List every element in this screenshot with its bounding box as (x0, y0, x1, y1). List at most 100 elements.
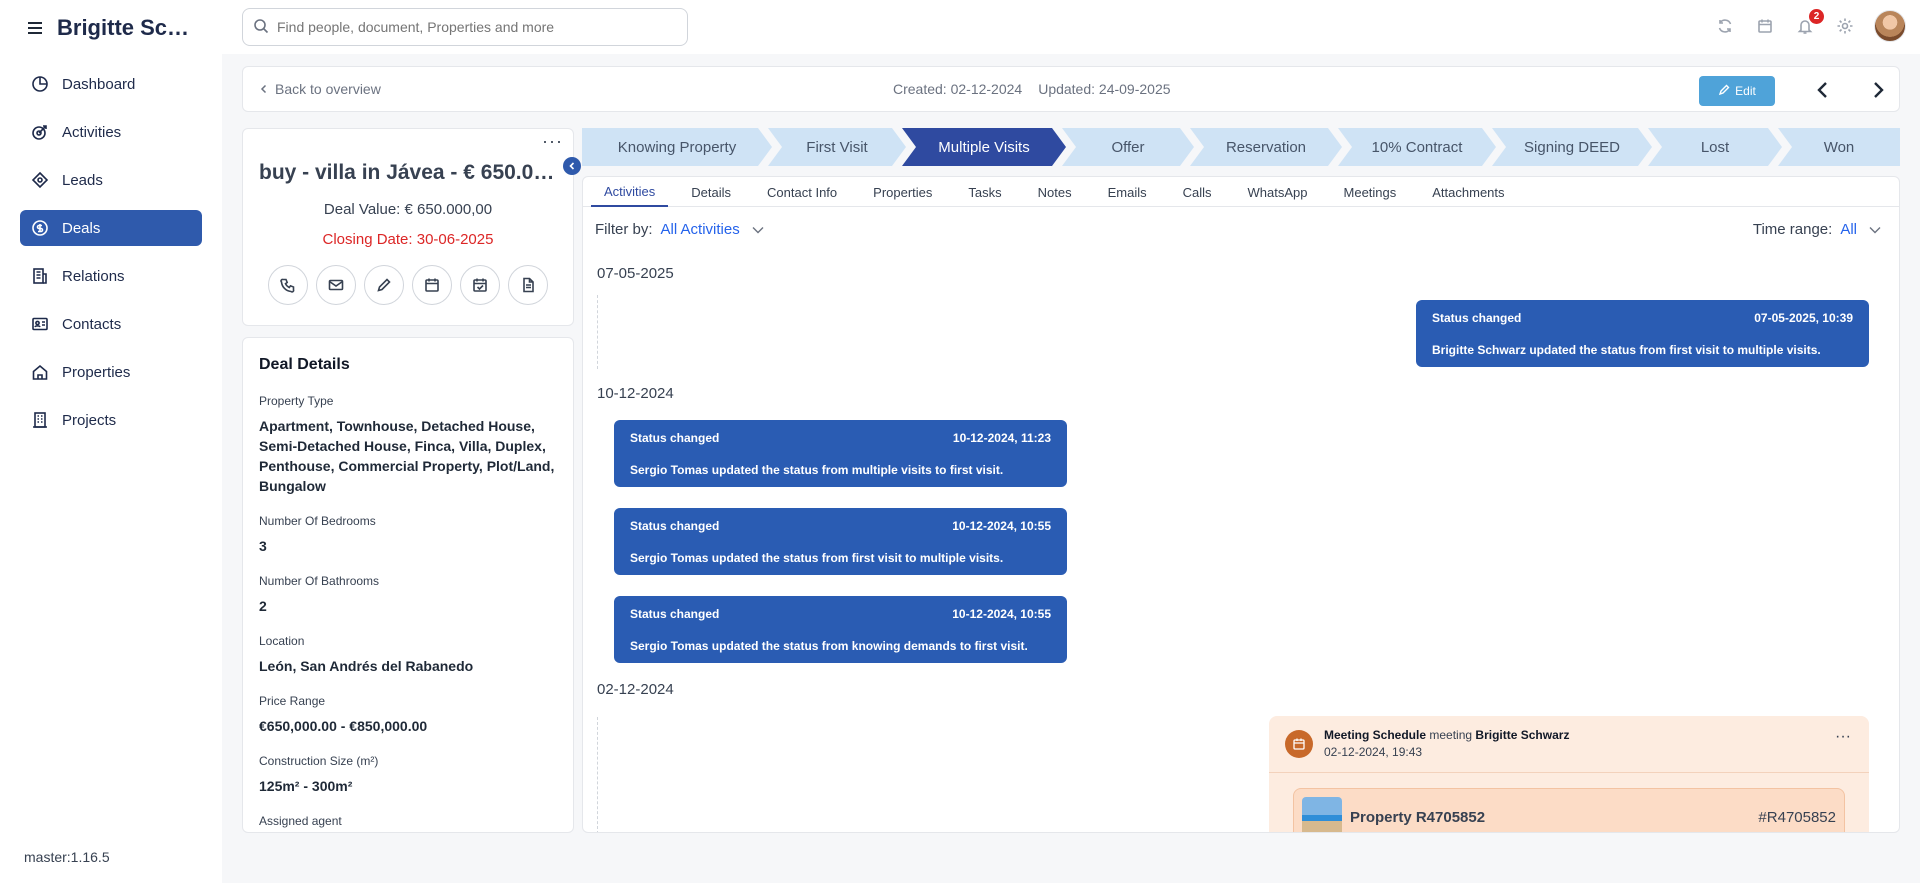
tab-attachments[interactable]: Attachments (1419, 177, 1517, 207)
sidebar-item-label: Projects (62, 411, 117, 429)
property-thumbnail (1302, 797, 1342, 832)
sidebar-header: Brigitte Schwarz (0, 0, 222, 56)
deal-details-heading: Deal Details (259, 356, 350, 373)
document-icon (523, 277, 534, 293)
search-input[interactable] (277, 19, 677, 35)
activity-item[interactable]: Status changed 07-05-2025, 10:39 Brigitte… (1416, 300, 1869, 367)
back-label: Back to overview (275, 81, 381, 97)
time-range-filter: Time range: All (1753, 221, 1881, 238)
property-card[interactable]: Property R4705852 #R4705852 (1293, 788, 1845, 832)
timeline-line (597, 717, 598, 832)
activity-time: 10-12-2024, 10:55 (952, 607, 1051, 621)
avatar[interactable] (1874, 10, 1906, 42)
calendar-icon[interactable] (1754, 15, 1776, 37)
activity-title: Status changed (630, 519, 720, 533)
notification-bell-icon[interactable]: 2 (1794, 9, 1824, 37)
collapse-panel-button[interactable] (563, 157, 581, 175)
calendar-check-icon (473, 278, 487, 292)
stage-10-contract[interactable]: 10% Contract (1338, 128, 1496, 166)
search-icon (253, 18, 269, 37)
stage-lost[interactable]: Lost (1648, 128, 1782, 166)
stage-signing-deed[interactable]: Signing DEED (1492, 128, 1652, 166)
tab-details[interactable]: Details (678, 177, 744, 207)
notification-badge: 2 (1809, 9, 1824, 24)
sidebar-item-label: Properties (62, 363, 131, 381)
pencil-icon (377, 278, 391, 292)
tab-calls[interactable]: Calls (1170, 177, 1225, 207)
more-options-icon[interactable]: ··· (1835, 728, 1851, 746)
tab-notes[interactable]: Notes (1025, 177, 1085, 207)
field-label: Property Type (259, 394, 334, 408)
sidebar-item-label: Deals (62, 219, 101, 237)
tab-whatsapp[interactable]: WhatsApp (1235, 177, 1321, 207)
activity-text: Sergio Tomas updated the status from mul… (630, 463, 1004, 477)
tab-contact-info[interactable]: Contact Info (754, 177, 850, 207)
sidebar-item-dashboard[interactable]: Dashboard (20, 66, 202, 102)
meeting-time: 02-12-2024, 19:43 (1324, 745, 1423, 759)
add-task-button[interactable] (460, 265, 500, 305)
top-icons: 2 (1714, 9, 1906, 42)
field-label: Price Range (259, 694, 326, 708)
sidebar-item-activities[interactable]: Activities (20, 114, 202, 150)
sidebar-item-leads[interactable]: Leads (20, 162, 202, 198)
time-range-select[interactable]: All (1840, 221, 1881, 238)
filter-label: Filter by: (595, 221, 653, 238)
activity-text: Sergio Tomas updated the status from fir… (630, 551, 1004, 565)
tab-emails[interactable]: Emails (1095, 177, 1160, 207)
tab-properties[interactable]: Properties (860, 177, 945, 207)
activity-item[interactable]: Status changed 10-12-2024, 11:23 Sergio T… (614, 420, 1067, 487)
chevron-down-icon (1869, 226, 1881, 233)
call-button[interactable] (268, 265, 308, 305)
stage-first-visit[interactable]: First Visit (768, 128, 906, 166)
activity-filter: Filter by: All Activities (595, 221, 764, 238)
sidebar-item-deals[interactable]: Deals (20, 210, 202, 246)
previous-deal-button[interactable] (1810, 77, 1836, 103)
property-id: #R4705852 (1758, 809, 1836, 826)
edit-button[interactable]: Edit (1699, 76, 1775, 106)
deal-value: Deal Value: € 650.000,00 (323, 201, 493, 218)
tab-activities[interactable]: Activities (591, 177, 669, 207)
updated-date: Updated: 24-09-2025 (1038, 81, 1171, 97)
tab-tasks[interactable]: Tasks (955, 177, 1014, 207)
relations-icon (30, 266, 50, 286)
schedule-meeting-button[interactable] (412, 265, 452, 305)
gear-icon[interactable] (1834, 15, 1856, 37)
activity-item[interactable]: Status changed 10-12-2024, 10:55 Sergio T… (614, 508, 1067, 575)
activity-time: 10-12-2024, 10:55 (952, 519, 1051, 533)
timeline-date: 02-12-2024 (597, 681, 674, 698)
stage-won[interactable]: Won (1778, 128, 1900, 166)
stage-reservation[interactable]: Reservation (1190, 128, 1342, 166)
sidebar-item-label: Activities (62, 123, 122, 141)
deal-actions (268, 265, 548, 305)
created-date: Created: 02-12-2024 (893, 81, 1023, 97)
stage-offer[interactable]: Offer (1062, 128, 1194, 166)
sidebar-item-contacts[interactable]: Contacts (20, 306, 202, 342)
app-title: Brigitte Schwarz (57, 15, 197, 40)
activity-text: Sergio Tomas updated the status from kno… (630, 639, 1028, 653)
activities-icon (30, 122, 50, 142)
meeting-person: Brigitte Schwarz (1475, 728, 1570, 742)
deals-icon (30, 218, 50, 238)
timeline-line (597, 295, 598, 369)
note-button[interactable] (364, 265, 404, 305)
stage-knowing-property[interactable]: Knowing Property (582, 128, 772, 166)
sidebar-item-projects[interactable]: Projects (20, 402, 202, 438)
more-options-icon[interactable]: ··· (542, 131, 563, 152)
sidebar-item-properties[interactable]: Properties (20, 354, 202, 390)
email-button[interactable] (316, 265, 356, 305)
refresh-icon[interactable] (1714, 15, 1736, 37)
sidebar-item-relations[interactable]: Relations (20, 258, 202, 294)
add-document-button[interactable] (508, 265, 548, 305)
calendar-icon (1285, 730, 1313, 758)
deal-dates: Created: 02-12-2024 Updated: 24-09-2025 (893, 81, 1171, 97)
back-to-overview-link[interactable]: Back to overview (259, 81, 381, 97)
search-box[interactable] (242, 8, 688, 46)
field-value: Apartment, Townhouse, Detached House, Se… (259, 418, 555, 494)
tab-meetings[interactable]: Meetings (1331, 177, 1410, 207)
menu-icon[interactable] (22, 15, 48, 41)
activity-item[interactable]: Status changed 10-12-2024, 10:55 Sergio T… (614, 596, 1067, 663)
next-deal-button[interactable] (1865, 77, 1891, 103)
filter-select[interactable]: All Activities (661, 221, 764, 238)
stage-multiple-visits[interactable]: Multiple Visits (902, 128, 1066, 166)
meeting-activity-card[interactable]: Meeting Schedule meeting Brigitte Schwar… (1269, 716, 1869, 832)
